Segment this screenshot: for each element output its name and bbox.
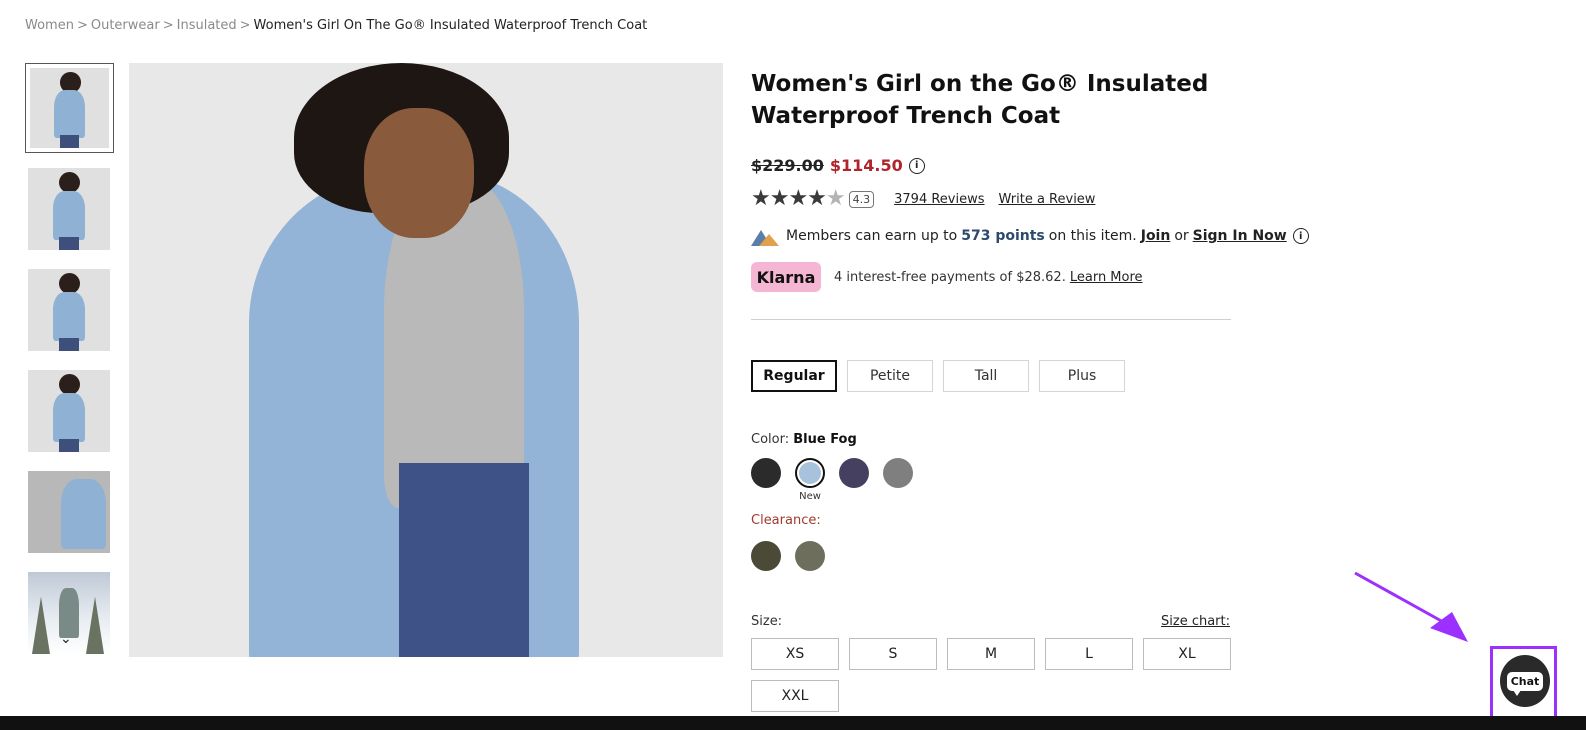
chat-highlight-box: Chat bbox=[1490, 646, 1557, 722]
chat-button[interactable]: Chat bbox=[1500, 655, 1550, 707]
divider bbox=[751, 319, 1231, 320]
bottom-bar bbox=[0, 716, 1586, 730]
chat-bubble-icon: Chat bbox=[1506, 671, 1544, 696]
size-option-xl[interactable]: XL bbox=[1143, 638, 1231, 670]
annotation-arrow-icon bbox=[1354, 571, 1468, 642]
thumbnail-2[interactable] bbox=[28, 168, 110, 250]
clearance-color-swatch[interactable] bbox=[795, 541, 825, 571]
color-swatch[interactable] bbox=[883, 458, 913, 488]
color-label-text: Color: bbox=[751, 432, 790, 447]
product-main-image[interactable] bbox=[129, 63, 723, 657]
breadcrumb-link-outerwear[interactable]: Outerwear bbox=[91, 18, 160, 33]
fit-option-tall[interactable]: Tall bbox=[943, 360, 1029, 392]
star-rating-icon: ★★★★★ bbox=[751, 186, 846, 211]
color-swatch[interactable] bbox=[751, 458, 781, 488]
size-options: XS S M L XL XXL bbox=[751, 638, 1241, 712]
size-option-l[interactable]: L bbox=[1045, 638, 1133, 670]
size-chart-link[interactable]: Size chart: bbox=[1161, 614, 1230, 629]
breadcrumb-separator: > bbox=[162, 18, 174, 33]
sign-in-link[interactable]: Sign In Now bbox=[1193, 228, 1287, 244]
members-or: or bbox=[1174, 228, 1189, 244]
info-icon[interactable]: i bbox=[908, 157, 925, 174]
breadcrumb-separator: > bbox=[76, 18, 88, 33]
klarna-learn-more-link[interactable]: Learn More bbox=[1070, 270, 1143, 285]
selected-color-name: Blue Fog bbox=[793, 432, 857, 447]
thumbnail-5[interactable] bbox=[28, 471, 110, 553]
reviews-link[interactable]: 3794 Reviews bbox=[894, 192, 984, 207]
breadcrumb: Women > Outerwear > Insulated > Women's Girl O… bbox=[25, 18, 647, 33]
clearance-color-swatch[interactable] bbox=[751, 541, 781, 571]
size-label: Size: bbox=[751, 614, 783, 629]
price-original: $229.00 bbox=[751, 156, 824, 175]
thumbnail-4[interactable] bbox=[28, 370, 110, 452]
fit-options: Regular Petite Tall Plus bbox=[751, 360, 1125, 392]
info-icon[interactable]: i bbox=[1292, 228, 1309, 244]
klarna-text: 4 interest-free payments of $28.62. bbox=[834, 269, 1066, 285]
size-option-s[interactable]: S bbox=[849, 638, 937, 670]
chevron-down-icon[interactable]: ⌄ bbox=[60, 631, 72, 647]
breadcrumb-link-insulated[interactable]: Insulated bbox=[177, 18, 237, 33]
size-option-xxl[interactable]: XXL bbox=[751, 680, 839, 712]
mountain-logo-icon bbox=[751, 226, 779, 246]
klarna-logo: Klarna bbox=[751, 262, 821, 292]
rating-value-badge: 4.3 bbox=[848, 190, 875, 208]
fit-option-regular[interactable]: Regular bbox=[751, 360, 837, 392]
clearance-label: Clearance: bbox=[751, 513, 821, 528]
color-swatches: New bbox=[751, 458, 913, 502]
breadcrumb-link-women[interactable]: Women bbox=[25, 18, 74, 33]
color-swatch-selected[interactable] bbox=[795, 458, 825, 488]
join-link[interactable]: Join bbox=[1141, 228, 1171, 244]
color-label: Color: Blue Fog bbox=[751, 432, 857, 447]
product-title: Women's Girl on the Go® Insulated Waterp… bbox=[751, 71, 1209, 129]
fit-option-plus[interactable]: Plus bbox=[1039, 360, 1125, 392]
klarna-row: Klarna 4 interest-free payments of $28.6… bbox=[751, 262, 1143, 292]
price-sale: $114.50 bbox=[829, 156, 903, 175]
thumbnail-3[interactable] bbox=[28, 269, 110, 351]
breadcrumb-separator: > bbox=[239, 18, 251, 33]
price-row: $229.00 $114.50 i bbox=[751, 156, 925, 175]
members-points: 573 points bbox=[961, 228, 1045, 244]
rating-row: ★★★★★ 4.3 3794 Reviews Write a Review bbox=[751, 188, 1095, 210]
members-text-after: on this item. bbox=[1048, 228, 1137, 244]
breadcrumb-current: Women's Girl On The Go® Insulated Waterp… bbox=[253, 18, 648, 33]
thumbnail-1[interactable] bbox=[25, 63, 114, 153]
size-option-xs[interactable]: XS bbox=[751, 638, 839, 670]
members-text-before: Members can earn up to bbox=[786, 228, 958, 244]
fit-option-petite[interactable]: Petite bbox=[847, 360, 933, 392]
size-option-m[interactable]: M bbox=[947, 638, 1035, 670]
write-review-link[interactable]: Write a Review bbox=[999, 192, 1096, 207]
members-points-row: Members can earn up to 573 points on thi… bbox=[751, 226, 1309, 246]
color-swatch[interactable] bbox=[839, 458, 869, 488]
clearance-swatches bbox=[751, 541, 825, 571]
swatch-new-tag: New bbox=[799, 491, 821, 502]
